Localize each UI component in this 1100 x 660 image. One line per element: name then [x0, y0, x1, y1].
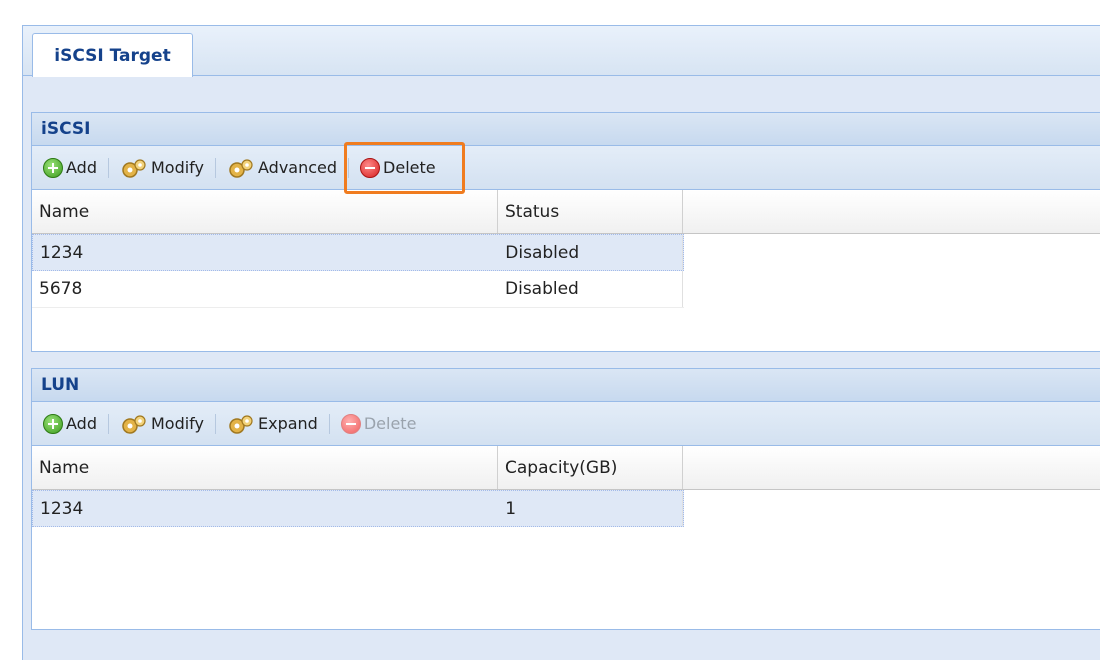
- iscsi-grid-header: Name Status: [32, 190, 1100, 234]
- lun-add-label: Add: [66, 414, 97, 433]
- delete-icon: [360, 157, 381, 178]
- lun-panel: LUN Add Modify Expand Delete Name Capaci…: [31, 368, 1100, 630]
- iscsi-delete-button[interactable]: Delete: [344, 141, 466, 194]
- cell-name: 1234: [40, 498, 84, 519]
- gear-icon: [120, 158, 148, 178]
- delete-icon: [340, 413, 361, 434]
- iscsi-panel-title: iSCSI: [32, 113, 1100, 146]
- lun-modify-label: Modify: [150, 414, 204, 433]
- iscsi-add-label: Add: [66, 158, 97, 177]
- lun-add-button[interactable]: Add: [40, 409, 100, 439]
- lun-toolbar: Add Modify Expand Delete: [32, 402, 1100, 446]
- lun-grid-header: Name Capacity(GB): [32, 446, 1100, 490]
- tab-iscsi-target[interactable]: iSCSI Target: [32, 33, 193, 77]
- iscsi-add-button[interactable]: Add: [40, 153, 100, 183]
- add-icon: [43, 157, 63, 178]
- table-row[interactable]: 1234 Disabled: [32, 234, 684, 271]
- gear-icon: [227, 414, 255, 434]
- iscsi-target-window: iSCSI Target iSCSI Add Modify Advanced D…: [22, 25, 1100, 660]
- cell-capacity: 1: [498, 491, 683, 526]
- column-header-capacity[interactable]: Capacity(GB): [498, 446, 683, 489]
- column-header-filler: [683, 190, 1100, 233]
- lun-modify-button[interactable]: Modify: [117, 409, 207, 439]
- lun-expand-button[interactable]: Expand: [224, 409, 321, 439]
- column-header-status[interactable]: Status: [498, 190, 683, 233]
- iscsi-advanced-button[interactable]: Advanced: [224, 153, 340, 183]
- iscsi-toolbar: Add Modify Advanced Delete: [32, 141, 1100, 194]
- tab-strip: iSCSI Target: [23, 26, 1100, 77]
- lun-delete-label: Delete: [363, 414, 417, 433]
- cell-name: 1234: [40, 242, 84, 263]
- gear-icon: [120, 414, 148, 434]
- gear-icon: [227, 158, 255, 178]
- iscsi-modify-label: Modify: [150, 158, 204, 177]
- table-row[interactable]: 5678 Disabled: [32, 271, 684, 308]
- toolbar-separator: [107, 413, 109, 434]
- column-header-filler: [683, 446, 1100, 489]
- add-icon: [43, 413, 63, 434]
- column-header-name[interactable]: Name: [32, 446, 498, 489]
- table-row[interactable]: 1234 1: [32, 490, 684, 527]
- cell-name: 5678: [39, 279, 83, 299]
- iscsi-panel: iSCSI Add Modify Advanced Delete Name St…: [31, 112, 1100, 352]
- lun-expand-label: Expand: [258, 414, 318, 433]
- toolbar-separator: [215, 157, 216, 178]
- cell-status: Disabled: [498, 271, 683, 307]
- cell-status: Disabled: [498, 235, 683, 270]
- tab-body: iSCSI Add Modify Advanced Delete Name St…: [23, 77, 1100, 660]
- column-header-name[interactable]: Name: [32, 190, 498, 233]
- toolbar-separator: [215, 413, 216, 434]
- toolbar-separator: [107, 157, 109, 178]
- toolbar-separator: [328, 413, 330, 434]
- iscsi-advanced-label: Advanced: [258, 158, 338, 177]
- lun-panel-title: LUN: [32, 369, 1100, 402]
- iscsi-modify-button[interactable]: Modify: [117, 153, 207, 183]
- lun-delete-button[interactable]: Delete: [338, 409, 420, 439]
